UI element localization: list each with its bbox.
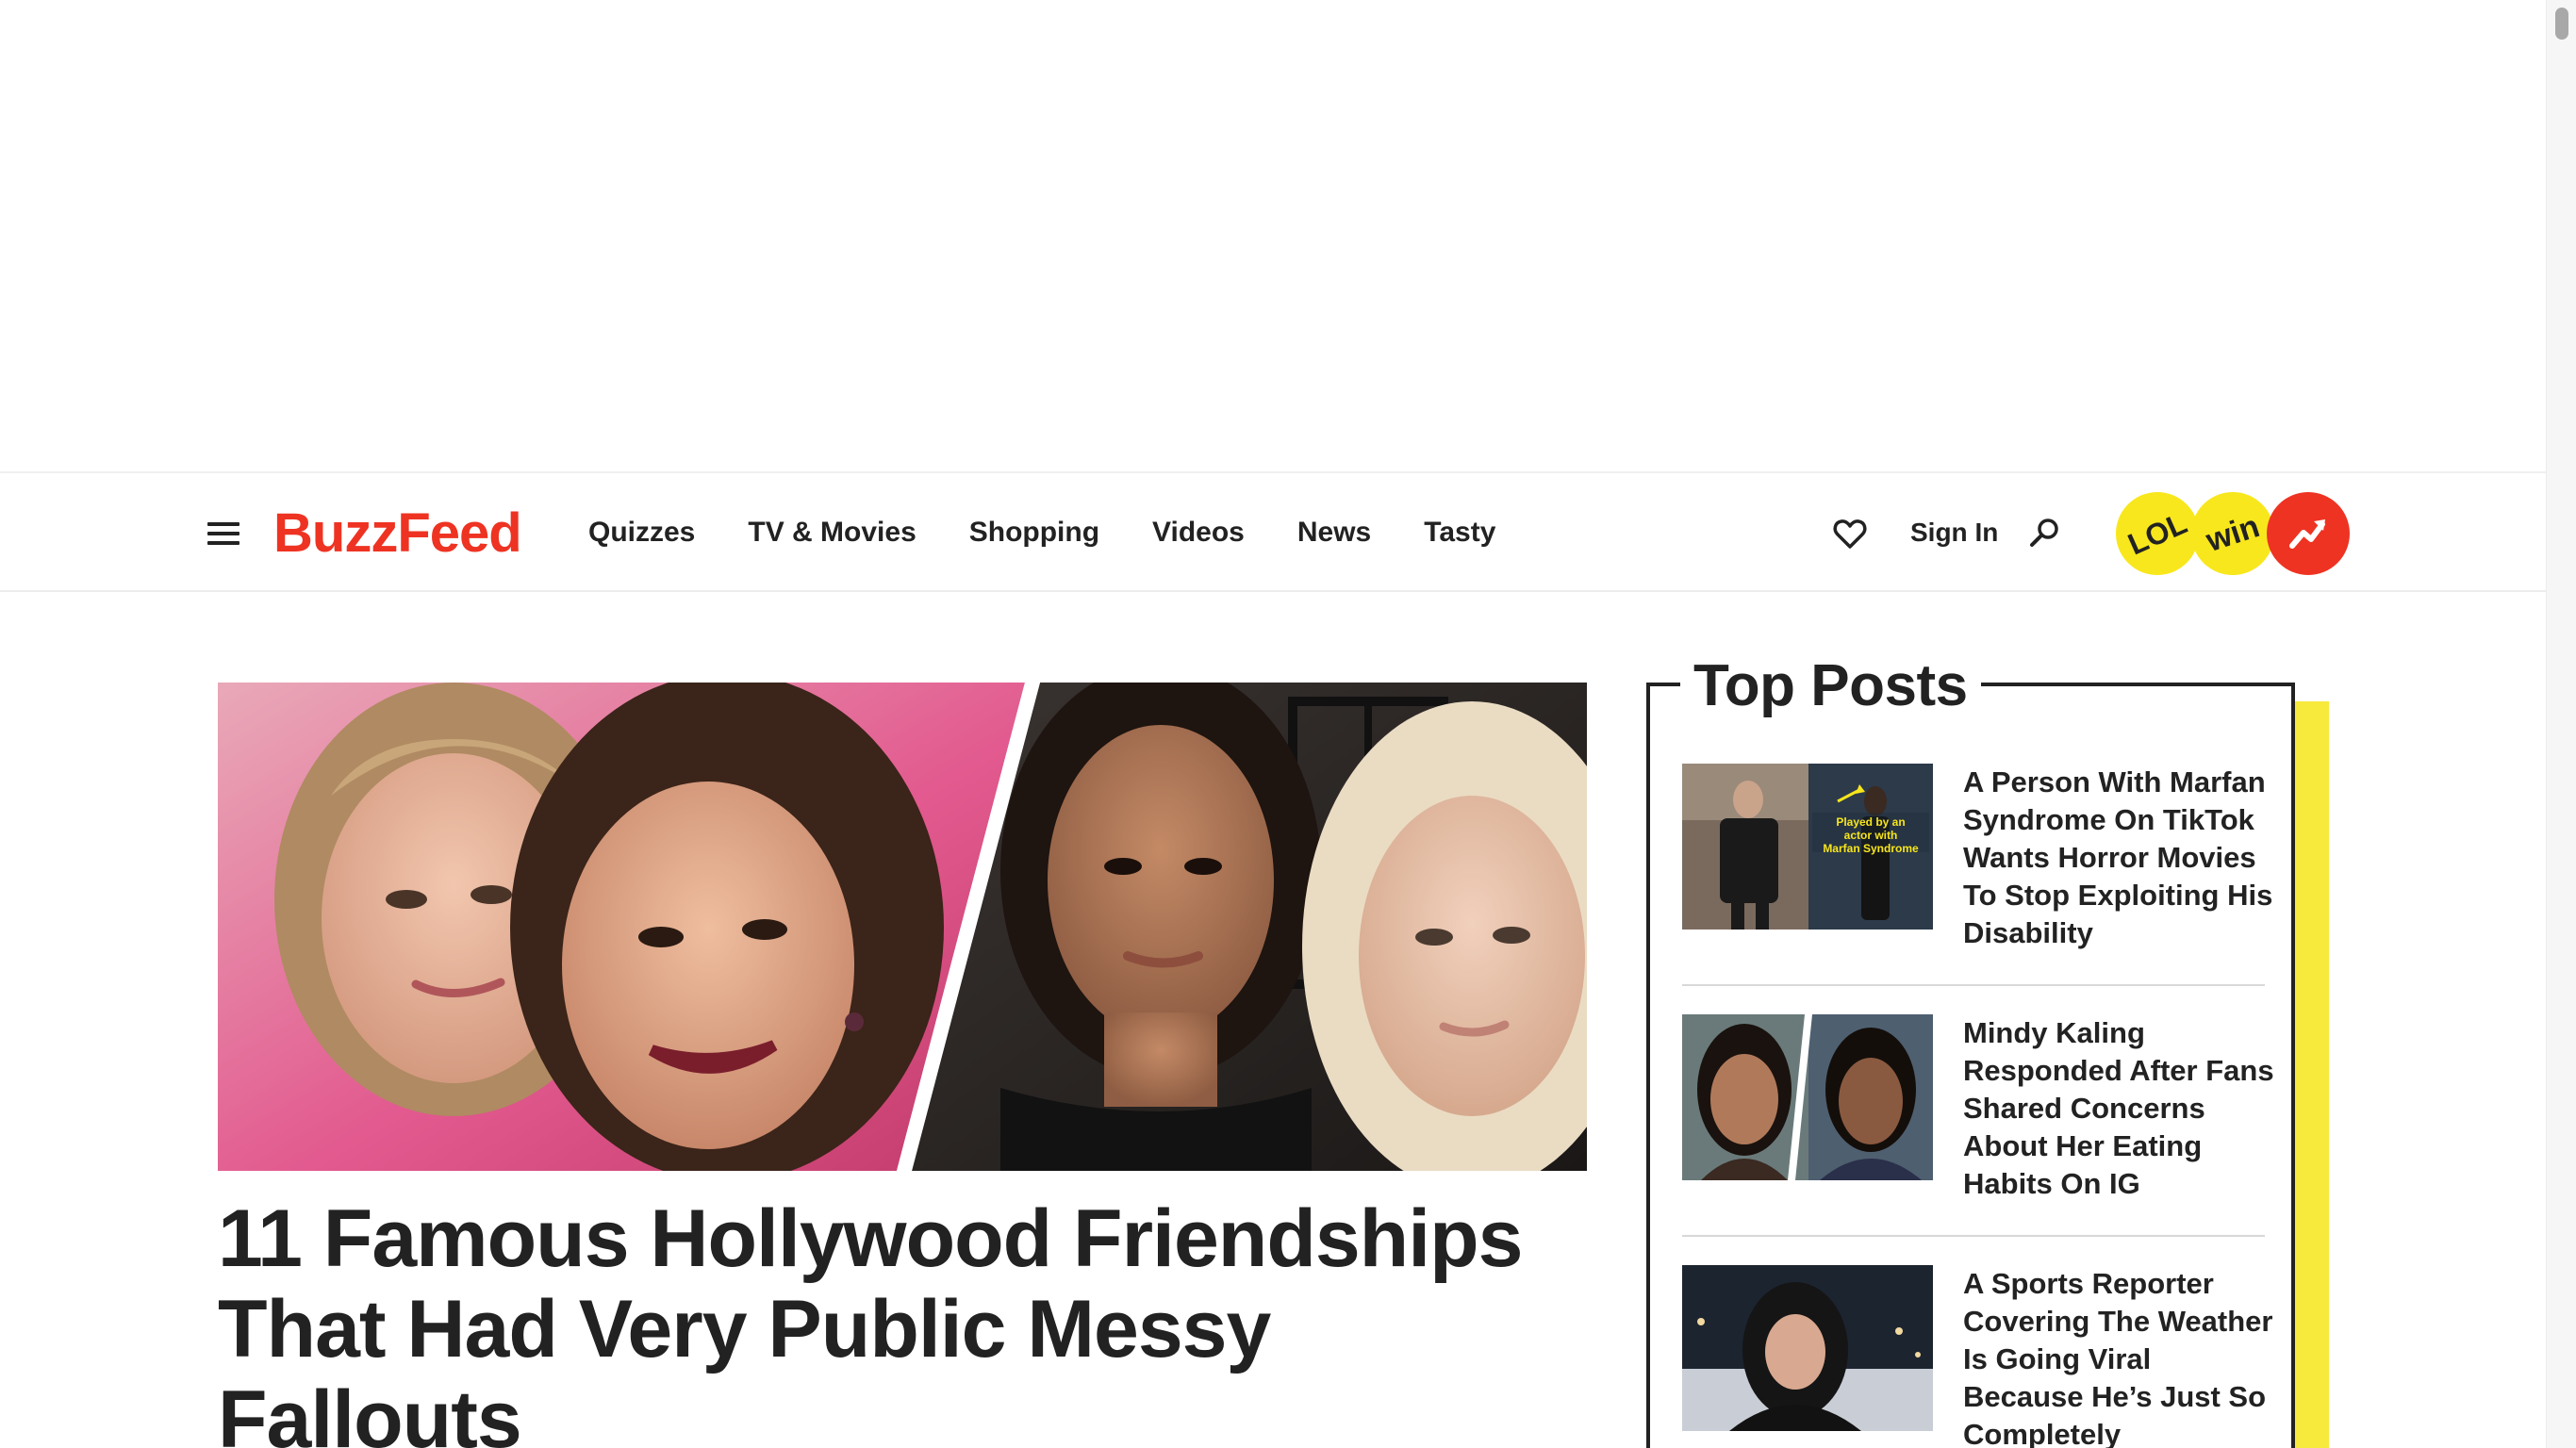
trending-arrow-icon (2289, 519, 2325, 549)
heart-icon[interactable] (1831, 515, 1869, 552)
nav-videos[interactable]: Videos (1152, 509, 1245, 556)
nav-quizzes[interactable]: Quizzes (588, 509, 695, 556)
top-post-thumbnail[interactable] (1682, 1265, 1933, 1431)
nav-tv-movies[interactable]: TV & Movies (748, 509, 916, 556)
trending-badge[interactable] (2267, 492, 2350, 575)
search-icon[interactable] (2025, 515, 2063, 552)
scrollbar[interactable] (2546, 0, 2576, 1448)
sign-in-link[interactable]: Sign In (1910, 509, 1998, 556)
badge-group: LOL win (2102, 478, 2350, 589)
divider (1682, 1235, 2265, 1237)
site-header: BuzzFeed Quizzes TV & Movies Shopping Vi… (0, 471, 2546, 592)
top-post-thumbnail[interactable]: Played by an actor with Marfan Syndrome (1682, 764, 1933, 930)
top-post-thumbnail[interactable] (1682, 1014, 1933, 1180)
top-posts-panel: Top Posts Played by an actor with Marfan… (1646, 652, 2329, 1448)
top-post-item[interactable]: Mindy Kaling Responded After Fans Shared… (1682, 1014, 2274, 1259)
svg-text:actor with: actor with (1844, 829, 1898, 842)
ad-space (0, 0, 2546, 471)
nav-tasty[interactable]: Tasty (1424, 509, 1495, 556)
svg-text:Marfan Syndrome: Marfan Syndrome (1823, 842, 1919, 855)
top-post-item[interactable]: Played by an actor with Marfan Syndrome … (1682, 764, 2272, 1009)
top-post-title[interactable]: Mindy Kaling Responded After Fans Shared… (1963, 1014, 2274, 1203)
menu-icon[interactable] (207, 520, 239, 547)
main-nav: Quizzes TV & Movies Shopping Videos News… (588, 509, 1548, 556)
buzzfeed-logo[interactable]: BuzzFeed (273, 502, 522, 566)
svg-text:Played by an: Played by an (1836, 815, 1905, 829)
scrollbar-thumb[interactable] (2555, 8, 2568, 40)
article-headline[interactable]: 11 Famous Hollywood Friendships That Had… (218, 1193, 1587, 1448)
top-post-item[interactable]: A Sports Reporter Covering The Weather I… (1682, 1265, 2272, 1448)
divider (1682, 984, 2265, 986)
top-posts-box: Top Posts Played by an actor with Marfan… (1646, 652, 2295, 1448)
top-post-title[interactable]: A Sports Reporter Covering The Weather I… (1963, 1265, 2274, 1448)
top-post-title[interactable]: A Person With Marfan Syndrome On TikTok … (1963, 764, 2274, 952)
top-posts-title: Top Posts (1680, 652, 1981, 720)
hero-image[interactable] (218, 683, 1587, 1171)
nav-news[interactable]: News (1297, 509, 1371, 556)
nav-shopping[interactable]: Shopping (969, 509, 1099, 556)
page: BuzzFeed Quizzes TV & Movies Shopping Vi… (0, 0, 2576, 1448)
